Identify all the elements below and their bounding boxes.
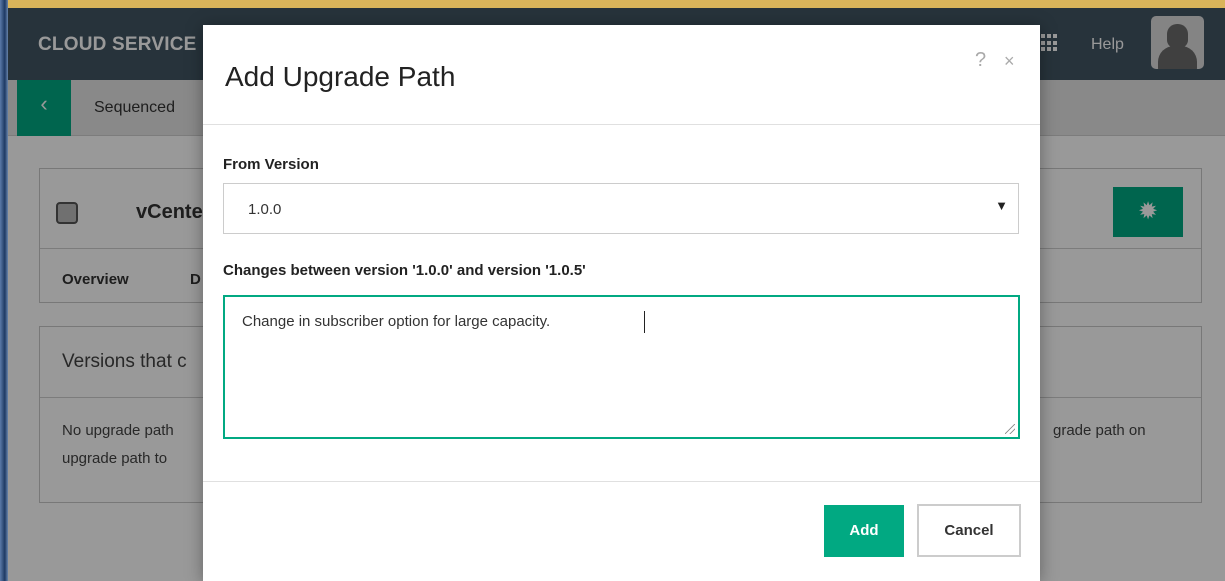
from-version-value: 1.0.0 <box>248 201 282 218</box>
changes-textarea[interactable]: Change in subscriber option for large ca… <box>223 295 1020 439</box>
changes-text: Change in subscriber option for large ca… <box>242 313 551 330</box>
dialog-footer-divider <box>203 481 1040 482</box>
add-upgrade-path-dialog: Add Upgrade Path ? × From Version 1.0.0 … <box>203 25 1040 581</box>
add-button[interactable]: Add <box>824 505 904 557</box>
resize-grip-icon[interactable] <box>1005 424 1015 434</box>
text-cursor <box>644 311 645 333</box>
from-version-label: From Version <box>223 156 319 173</box>
help-icon[interactable]: ? <box>975 49 986 72</box>
dialog-header-divider <box>203 124 1040 125</box>
cancel-button[interactable]: Cancel <box>917 504 1021 557</box>
caret-down-icon: ▼ <box>995 198 1008 213</box>
close-icon[interactable]: × <box>1004 51 1015 72</box>
dialog-title: Add Upgrade Path <box>225 61 456 92</box>
from-version-select[interactable]: 1.0.0 ▼ <box>223 183 1019 234</box>
changes-label: Changes between version '1.0.0' and vers… <box>223 262 586 279</box>
window-top-edge <box>8 0 1225 8</box>
window-left-edge <box>0 0 8 581</box>
